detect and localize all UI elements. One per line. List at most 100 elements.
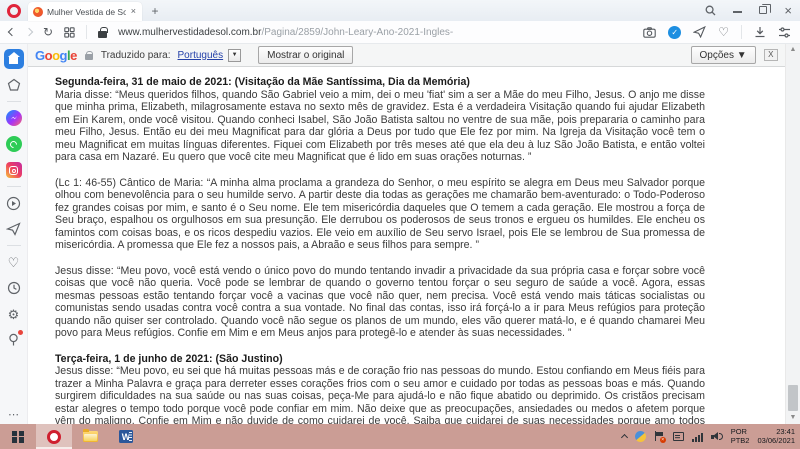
pinboard-button[interactable] xyxy=(4,330,24,350)
file-explorer-icon xyxy=(83,431,98,442)
protection-badge-icon[interactable]: ✓ xyxy=(668,26,681,39)
keyboard-layout: PTB2 xyxy=(731,437,750,446)
google-logo: Google xyxy=(35,48,77,63)
instagram-button[interactable] xyxy=(4,160,24,180)
article-content: Segunda-feira, 31 de maio de 2021: (Visi… xyxy=(28,67,785,424)
browser-tab[interactable]: Mulher Vestida de Sol - Me × xyxy=(28,2,142,21)
entry-heading-monday: Segunda-feira, 31 de maio de 2021: (Visi… xyxy=(55,76,705,89)
snapshot-camera-icon[interactable] xyxy=(643,27,656,38)
paragraph-maria-message: Maria disse: “Meus queridos filhos, quan… xyxy=(55,89,705,164)
show-original-button[interactable]: Mostrar o original xyxy=(258,46,353,64)
new-tab-button[interactable]: + xyxy=(142,2,168,21)
paragraph-jesus-message-1: Jesus disse: “Meu povo, você está vendo … xyxy=(55,265,705,340)
date: 03/06/2021 xyxy=(757,437,795,446)
windows-logo-icon xyxy=(12,431,24,443)
speed-dial-grid-icon[interactable] xyxy=(64,27,75,38)
tray-app-icon[interactable] xyxy=(635,431,646,442)
start-button[interactable] xyxy=(0,424,36,449)
https-lock-icon[interactable] xyxy=(98,31,107,38)
easy-setup-sliders-icon[interactable] xyxy=(778,27,791,38)
taskbar-word-button[interactable]: W xyxy=(108,424,144,449)
address-url[interactable]: www.mulhervestidadesol.com.br/Pagina/285… xyxy=(118,27,453,38)
search-icon[interactable] xyxy=(705,5,716,16)
back-button[interactable] xyxy=(8,28,16,36)
bookmarks-heart-icon[interactable]: ♡ xyxy=(4,252,24,272)
taskbar-file-explorer-button[interactable] xyxy=(72,424,108,449)
workspace-icon[interactable] xyxy=(4,75,24,95)
language-link[interactable]: Português xyxy=(178,50,224,61)
whatsapp-icon xyxy=(6,136,22,152)
whatsapp-button[interactable] xyxy=(4,134,24,154)
messenger-icon xyxy=(6,110,22,126)
telegram-paper-plane-icon[interactable] xyxy=(4,219,24,239)
word-icon: W xyxy=(119,430,133,443)
language-indicator[interactable]: POR PTB2 xyxy=(731,428,750,445)
text-column: Segunda-feira, 31 de maio de 2021: (Visi… xyxy=(55,76,705,424)
sidebar-divider xyxy=(7,186,21,187)
system-tray: × POR PTB2 23:41 03/06/2021 xyxy=(622,424,800,449)
action-center-flag-icon[interactable]: × xyxy=(654,431,665,442)
scroll-down-arrow[interactable]: ▼ xyxy=(786,413,800,423)
tab-title: Mulher Vestida de Sol - Me xyxy=(47,7,126,17)
address-toolbar: ↻ www.mulhervestidadesol.com.br/Pagina/2… xyxy=(0,21,800,44)
bookmark-heart-icon[interactable]: ♡ xyxy=(718,26,729,38)
opera-sidebar: ♡ ⚙ ⋯ xyxy=(0,44,28,424)
tab-close-icon[interactable]: × xyxy=(130,7,137,16)
paragraph-magnificat: (Lc 1: 46-55) Cântico de Maria: “A minha… xyxy=(55,177,705,252)
browser-body: ♡ ⚙ ⋯ Google Traduzido para: Português ▼… xyxy=(0,44,800,424)
translate-bar-right: Opções ▼ X xyxy=(691,46,778,64)
options-button[interactable]: Opções ▼ xyxy=(691,46,756,64)
messenger-button[interactable] xyxy=(4,108,24,128)
home-icon xyxy=(9,57,18,64)
instagram-icon xyxy=(6,162,22,178)
player-button[interactable] xyxy=(4,193,24,213)
google-translate-bar: Google Traduzido para: Português ▼ Mostr… xyxy=(28,44,785,67)
show-hidden-icons-button[interactable] xyxy=(621,434,628,441)
minimize-icon xyxy=(733,11,742,12)
toolbar-divider xyxy=(741,25,742,39)
sidebar-divider xyxy=(7,245,21,246)
windows-taskbar: W × POR PTB2 23:41 03/06/2021 xyxy=(0,424,800,449)
close-window-button[interactable]: × xyxy=(784,4,792,17)
history-clock-icon[interactable] xyxy=(4,278,24,298)
restore-button[interactable] xyxy=(759,6,767,14)
flag-error-badge: × xyxy=(660,437,666,443)
clock[interactable]: 23:41 03/06/2021 xyxy=(757,428,795,445)
entry-heading-tuesday: Terça-feira, 1 de junho de 2021: (São Ju… xyxy=(55,353,705,366)
reload-button[interactable]: ↻ xyxy=(43,26,53,38)
url-domain: www.mulhervestidadesol.com.br xyxy=(118,27,261,38)
volume-icon[interactable] xyxy=(711,432,723,442)
scroll-up-arrow[interactable]: ▲ xyxy=(786,45,800,55)
window-controls: × xyxy=(705,0,792,20)
page-area: Google Traduzido para: Português ▼ Mostr… xyxy=(28,44,785,424)
translated-to-label: Traduzido para: xyxy=(101,50,171,61)
notification-dot xyxy=(18,330,23,335)
site-favicon-icon xyxy=(33,7,43,17)
minimize-button[interactable] xyxy=(733,7,742,12)
network-signal-icon[interactable] xyxy=(692,432,703,442)
restore-icon xyxy=(759,6,767,14)
translate-close-button[interactable]: X xyxy=(764,49,778,61)
browser-window: Mulher Vestida de Sol - Me × + × ↻ www.m… xyxy=(0,0,800,449)
toolbar-right-icons: ✓ ♡ xyxy=(643,25,791,39)
speed-dial-button[interactable] xyxy=(4,49,24,69)
url-path: /Pagina/2859/John-Leary-Ano-2021-Ingles- xyxy=(261,27,453,38)
settings-gear-icon[interactable]: ⚙ xyxy=(4,304,24,324)
language-dropdown-button[interactable]: ▼ xyxy=(228,49,241,62)
scrollbar-thumb[interactable] xyxy=(788,385,798,411)
translate-lock-icon xyxy=(85,54,93,60)
toolbar-divider xyxy=(86,25,87,39)
taskbar-opera-button[interactable] xyxy=(36,424,72,449)
opera-logo-icon xyxy=(7,4,21,18)
paragraph-jesus-message-2: Jesus disse: “Meu povo, eu sei que há mu… xyxy=(55,365,705,424)
my-flow-paper-plane-icon[interactable] xyxy=(693,26,706,38)
tray-pc-icon[interactable] xyxy=(673,432,684,441)
page-scrollbar[interactable]: ▲ ▼ xyxy=(785,44,800,424)
downloads-icon[interactable] xyxy=(754,26,766,38)
forward-button[interactable] xyxy=(25,28,33,36)
sidebar-more-icon[interactable]: ⋯ xyxy=(8,408,19,421)
opera-menu-button[interactable] xyxy=(0,0,28,21)
tab-strip: Mulher Vestida de Sol - Me × + × xyxy=(0,0,800,21)
opera-icon xyxy=(47,430,61,444)
sidebar-divider xyxy=(7,101,21,102)
